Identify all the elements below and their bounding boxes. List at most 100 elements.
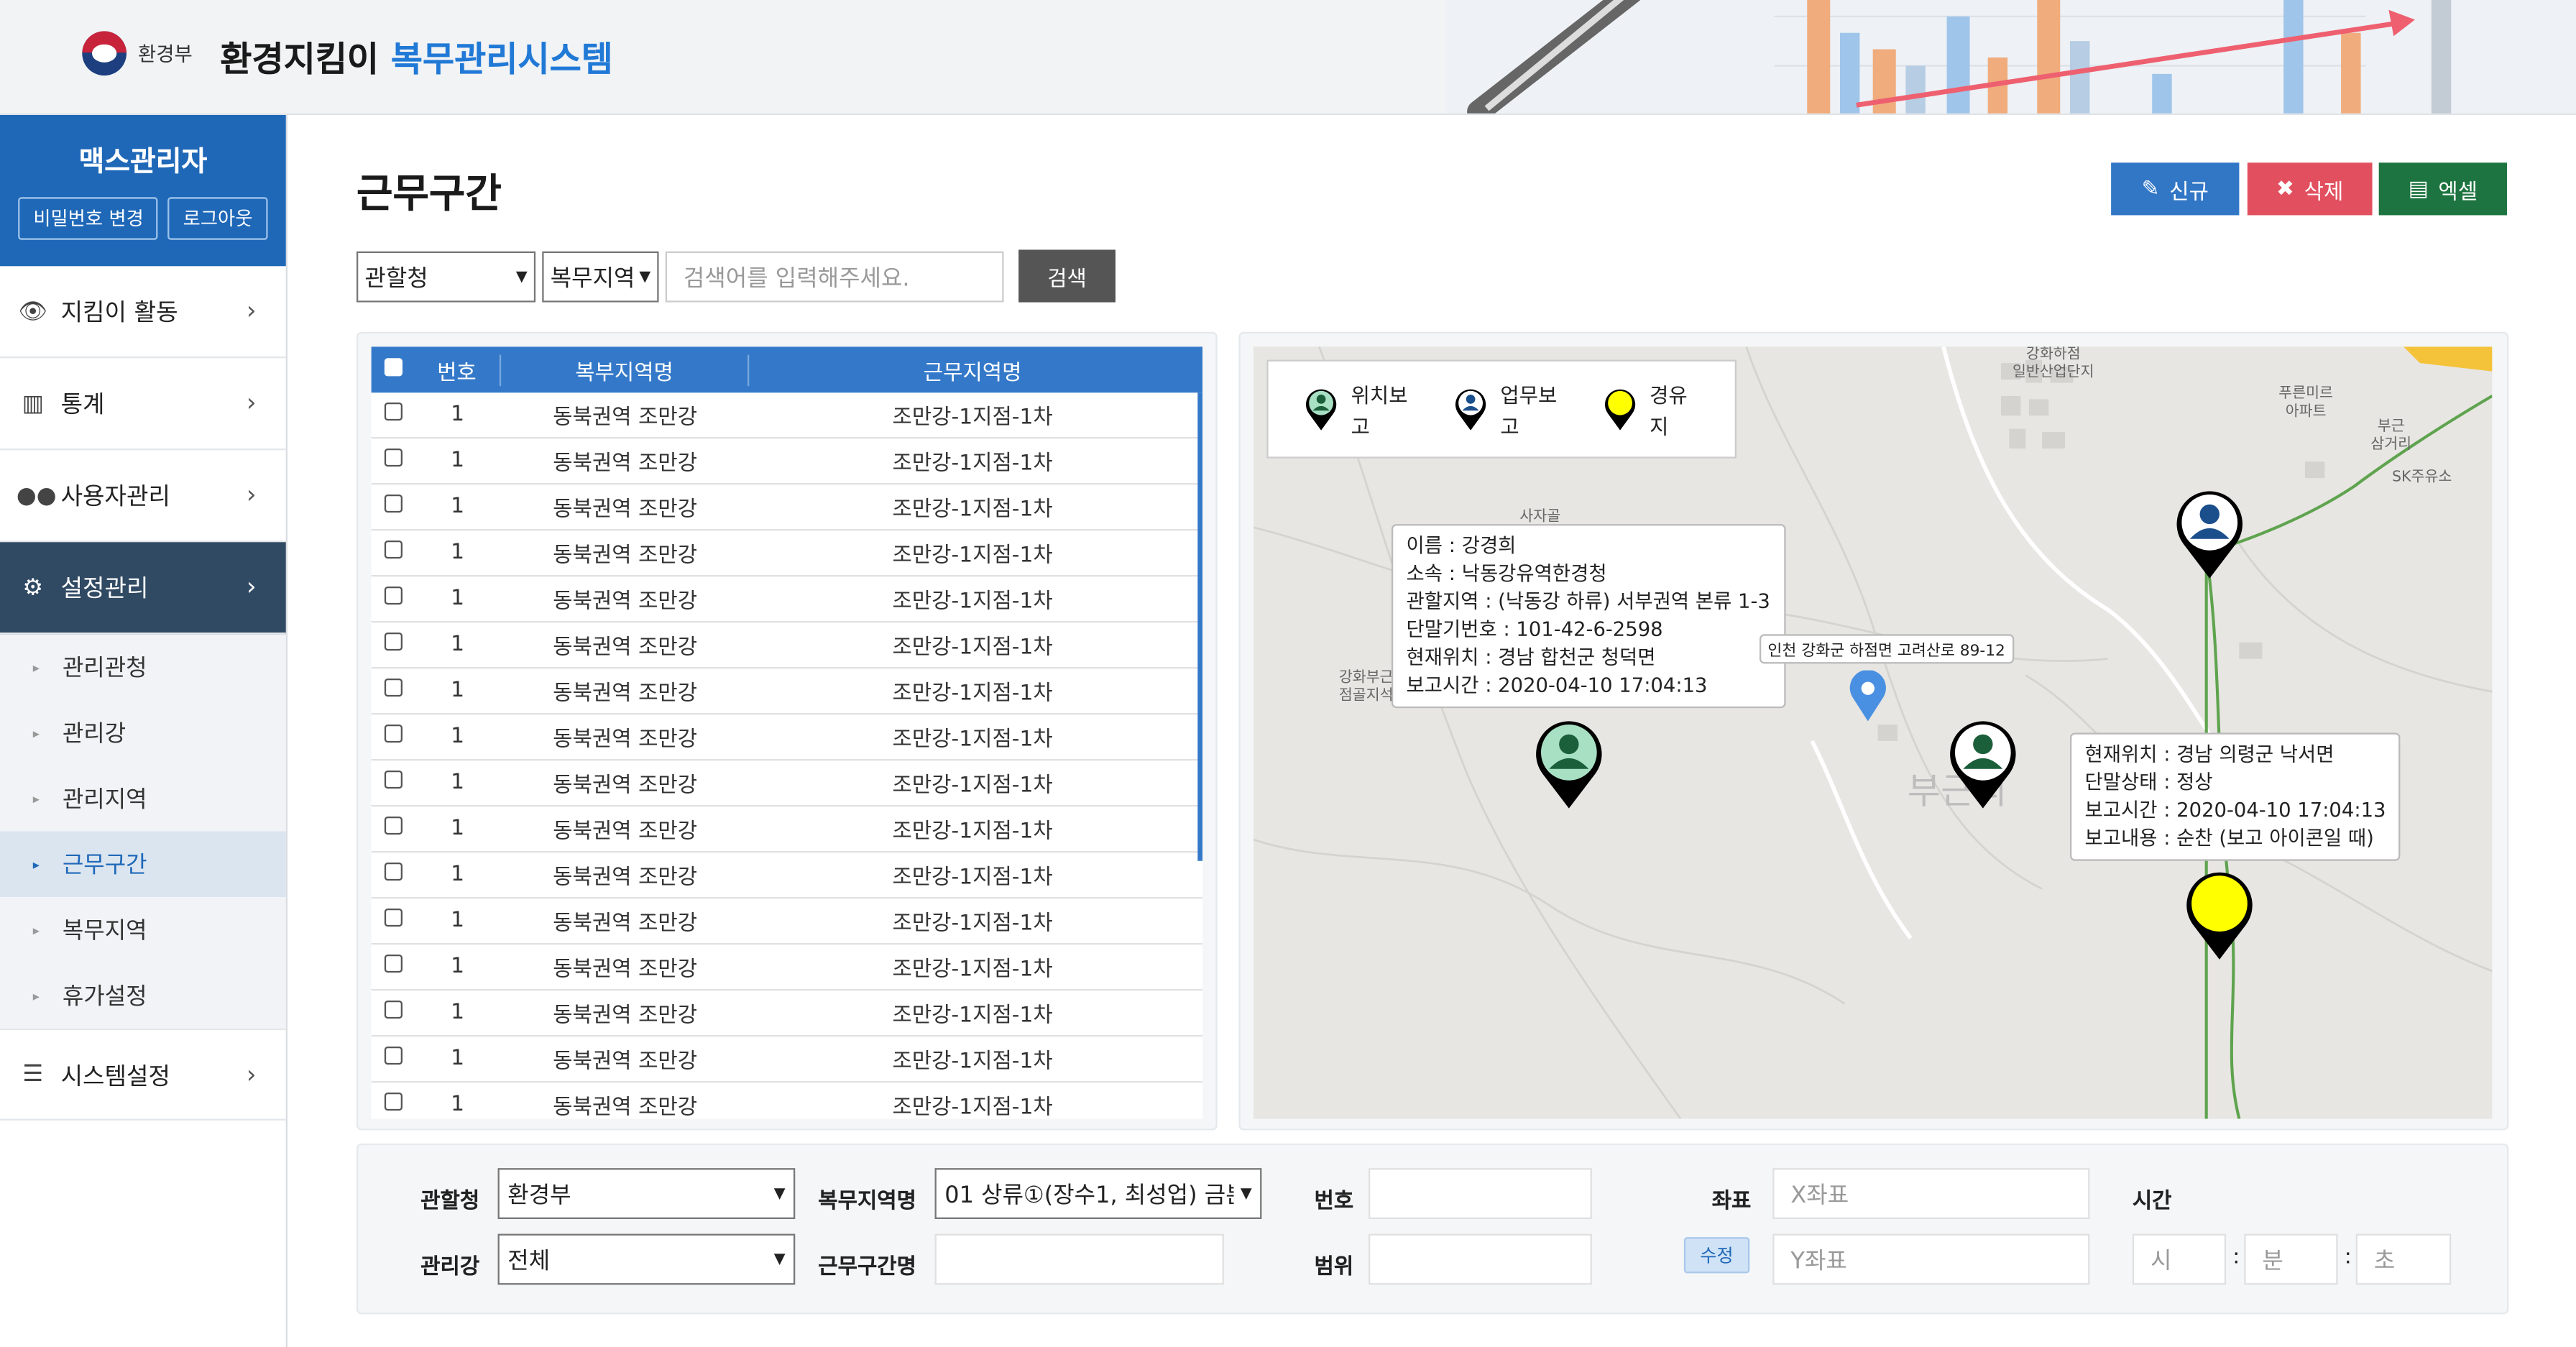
row-checkbox[interactable]	[383, 1092, 402, 1111]
table-row[interactable]: 1 동북권역 조만강 조만강-1지점-1차	[372, 1082, 1203, 1119]
submenu-item-vacation[interactable]: ▸ 휴가설정	[0, 962, 286, 1028]
menu-item-activity[interactable]: 👁 지킴이 활동 ›	[0, 266, 286, 359]
table-row[interactable]: 1 동북권역 조만강 조만강-1지점-1차	[371, 714, 1203, 761]
agency-select[interactable]: 환경부 ▼	[497, 1168, 796, 1219]
waypoint-pin-icon	[1604, 389, 1635, 431]
work-pin-icon	[1455, 389, 1486, 431]
submenu-item-river[interactable]: ▸ 관리강	[0, 700, 286, 766]
table-row[interactable]: 1 동북권역 조만강 조만강-1지점-1차	[371, 806, 1203, 853]
agency-filter-value: 관할청	[364, 265, 428, 292]
range-input[interactable]	[1368, 1233, 1592, 1285]
table-row[interactable]: 1 동북권역 조만강 조만강-1지점-1차	[371, 392, 1203, 439]
row-checkbox[interactable]	[383, 724, 402, 743]
row-checkbox[interactable]	[383, 1046, 402, 1065]
row-checkbox[interactable]	[383, 862, 402, 881]
map-legend: 위치보고 업무보고 경유지	[1266, 359, 1736, 459]
column-header-section[interactable]: 근무지역명	[749, 354, 1196, 385]
search-input[interactable]: 검색어를 입력해주세요.	[665, 251, 1004, 303]
region-filter-select[interactable]: 복무지역 ▼	[542, 251, 659, 303]
y-coord-input[interactable]: Y좌표	[1772, 1233, 2090, 1285]
search-button[interactable]: 검색	[1018, 249, 1116, 303]
column-header-no[interactable]: 번호	[414, 354, 502, 385]
submenu-item-service-region[interactable]: ▸ 복무지역	[0, 897, 286, 962]
row-checkbox[interactable]	[383, 908, 402, 927]
menu-label: 사용자관리	[60, 484, 171, 511]
submenu-item-area[interactable]: ▸ 관리지역	[0, 766, 286, 831]
excel-button[interactable]: ▤ 엑셀	[2378, 162, 2507, 216]
bullet-icon: ▸	[32, 725, 40, 740]
agency-filter-select[interactable]: 관할청 ▼	[356, 251, 536, 303]
menu-item-settings[interactable]: ⚙ 설정관리 ›	[0, 542, 286, 635]
menu-item-statistics[interactable]: ▥ 통계 ›	[0, 358, 286, 451]
table-row[interactable]: 1 동북권역 조만강 조만강-1지점-1차	[371, 530, 1203, 577]
cell-no: 1	[451, 678, 465, 704]
select-all-checkbox[interactable]	[383, 357, 402, 376]
cell-no: 1	[451, 954, 465, 980]
app-title[interactable]: 환경지킴이 복무관리시스템	[220, 33, 613, 83]
table-row[interactable]: 1 동북권역 조만강 조만강-1지점-1차	[371, 990, 1203, 1037]
table-row[interactable]: 1 동북권역 조만강 조만강-1지점-1차	[371, 760, 1203, 807]
logout-button[interactable]: 로그아웃	[168, 197, 267, 240]
menu-item-users[interactable]: ●● 사용자관리 ›	[0, 450, 286, 543]
table-row[interactable]: 1 동북권역 조만강 조만강-1지점-1차	[371, 484, 1203, 531]
row-checkbox[interactable]	[383, 632, 402, 651]
minute-input[interactable]: 분	[2244, 1233, 2338, 1285]
submenu-item-work-section[interactable]: ▸ 근무구간	[0, 831, 286, 897]
table-row[interactable]: 1 동북권역 조만강 조만강-1지점-1차	[371, 668, 1203, 715]
map-label-junction: 부근 삼거리	[2370, 418, 2412, 454]
row-checkbox[interactable]	[383, 954, 402, 973]
submenu-label: 관리관청	[62, 655, 147, 682]
cell-region: 동북권역 조만강	[553, 451, 698, 477]
table-scrollbar[interactable]	[1197, 392, 1203, 861]
work-report-marker-icon[interactable]	[2174, 488, 2246, 580]
table-row[interactable]: 1 동북권역 조만강 조만강-1지점-1차	[371, 576, 1203, 623]
column-header-region[interactable]: 복부지역명	[501, 354, 750, 385]
location-report-marker-icon[interactable]	[1947, 718, 2020, 810]
river-select[interactable]: 전체 ▼	[497, 1233, 796, 1285]
row-checkbox[interactable]	[383, 540, 402, 559]
table-row[interactable]: 1 동북권역 조만강 조만강-1지점-1차	[371, 438, 1203, 485]
submenu-label: 관리강	[62, 721, 126, 748]
ministry-logo[interactable]: 환경부	[82, 31, 193, 76]
menu-item-system[interactable]: ☰ 시스템설정 ›	[0, 1028, 286, 1121]
edit-coord-button[interactable]: 수정	[1683, 1237, 1750, 1274]
change-password-button[interactable]: 비밀번호 변경	[18, 197, 159, 240]
second-input[interactable]: 초	[2355, 1233, 2452, 1285]
table-row[interactable]: 1 동북권역 조만강 조만강-1지점-1차	[371, 622, 1203, 669]
table-row[interactable]: 1 동북권역 조만강 조만강-1지점-1차	[371, 944, 1203, 991]
cell-no: 1	[451, 586, 465, 612]
row-checkbox[interactable]	[383, 448, 402, 467]
row-checkbox[interactable]	[383, 402, 402, 421]
row-checkbox[interactable]	[383, 678, 402, 697]
waypoint-marker-icon[interactable]	[2184, 869, 2256, 961]
hour-input[interactable]: 시	[2132, 1233, 2227, 1285]
close-icon: ✖	[2276, 176, 2294, 201]
cell-region: 동북권역 조만강	[553, 911, 698, 937]
row-checkbox[interactable]	[383, 586, 402, 605]
tooltip-line: 보고시간 : 2020-04-10 17:04:13	[1406, 674, 1708, 697]
row-checkbox[interactable]	[383, 770, 402, 789]
service-region-select[interactable]: 01 상류①(장수1, 최성업) 금본 ▼	[934, 1168, 1262, 1219]
legend-work-label: 업무보고	[1500, 382, 1558, 439]
row-checkbox[interactable]	[383, 494, 402, 513]
section-name-input[interactable]	[934, 1233, 1224, 1285]
row-checkbox[interactable]	[383, 1000, 402, 1019]
cell-region: 동북권역 조만강	[553, 1003, 698, 1029]
new-button[interactable]: ✎ 신규	[2111, 162, 2240, 216]
legend-waypoint-label: 경유지	[1650, 382, 1688, 439]
row-checkbox[interactable]	[383, 816, 402, 835]
address-pin-label: 인천 강화군 하점면 고려산로 89-12	[1759, 634, 2014, 664]
address-marker-icon[interactable]	[1848, 670, 1887, 723]
location-report-marker-icon[interactable]	[1533, 718, 1606, 810]
table-row[interactable]: 1 동북권역 조만강 조만강-1지점-1차	[371, 852, 1203, 899]
submenu-item-agency[interactable]: ▸ 관리관청	[0, 634, 286, 699]
no-input[interactable]	[1368, 1168, 1592, 1219]
table-row[interactable]: 1 동북권역 조만강 조만강-1지점-1차	[371, 1036, 1203, 1083]
cell-section: 조만강-1지점-1차	[892, 405, 1053, 431]
map-view[interactable]: 강화하점 일반산업단지 푸른미르 아파트 부근 삼거리 SK주유소 강화부근 점골지석 …	[1253, 346, 2493, 1119]
menu-label: 통계	[60, 392, 105, 419]
x-coord-input[interactable]: X좌표	[1772, 1168, 2090, 1219]
chevron-down-icon: ▼	[515, 268, 528, 285]
delete-button[interactable]: ✖ 삭제	[2247, 162, 2373, 216]
table-row[interactable]: 1 동북권역 조만강 조만강-1지점-1차	[371, 898, 1203, 945]
